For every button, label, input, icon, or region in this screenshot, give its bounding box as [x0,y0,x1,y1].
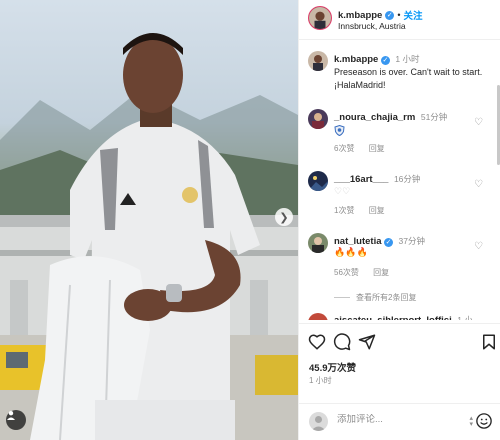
user-icon [7,411,15,420]
avatar-image [308,171,328,191]
comment-like-heart-icon[interactable]: ♡ [474,179,483,190]
heart-emoji-icon: ♡ [342,186,351,196]
comments-list[interactable]: k.mbappe ✓ 1 小时 Preseason is over. Can't… [299,41,500,320]
comment-meta: 6次赞 回复 [334,143,397,154]
comment-avatar[interactable] [308,109,328,129]
tagged-users-button[interactable] [6,410,26,430]
verified-badge-icon: ✓ [385,10,395,20]
verified-badge-icon: ✓ [384,238,394,247]
comment-emoji [334,124,345,138]
comment-item: ___16art___ 16分钟 ♡♡ 1次赞 回复 ♡ [299,171,495,221]
avatar-image [308,51,328,71]
comment-meta: 1次赞 回复 [334,205,397,216]
heart-emoji-icon: ♡ [334,186,343,196]
comment-like-count[interactable]: 6次赞 [334,144,354,153]
emoji-smiley-icon[interactable] [475,412,493,430]
avatar-image [308,109,328,129]
post-header: k.mbappe ✓ • 关注 Innsbruck, Austria [299,0,500,40]
comment-time: 51分钟 [420,112,448,122]
comment-header: _noura_chajia_rm 51分钟 [334,111,447,123]
post-timestamp[interactable]: 1 小时 [309,375,332,386]
avatar-image [309,7,331,29]
comment-bubble-icon[interactable] [333,333,351,351]
comment-emoji: 🔥🔥🔥 [334,247,368,258]
likes-count[interactable]: 45.9万次赞 [309,360,356,374]
comment-header: aiscateu_sihlerport_loffici 1 小 [334,314,473,320]
current-user-avatar [309,412,328,431]
comment-like-heart-icon[interactable]: ♡ [474,117,483,128]
shield-emoji-icon [334,124,345,137]
author-username[interactable]: k.mbappe [338,10,382,21]
caption-time: 1 小时 [395,54,420,64]
fire-emoji-icon: 🔥 [334,247,346,257]
comment-item: _noura_chajia_rm 51分钟 6次赞 回复 ♡ [299,109,495,159]
comment-time: 16分钟 [393,174,421,184]
instagram-post-view: ❯ k.mbappe ✓ • 关注 Innsbruck, Austria k.m… [0,0,500,440]
comment-avatar[interactable] [308,171,328,191]
post-actions: 45.9万次赞 1 小时 [299,323,500,403]
comment-meta: 56次赞 回复 [334,267,401,278]
post-photo [0,33,298,440]
input-resize-stepper[interactable]: ▴ ▾ [469,415,473,428]
comment-like-heart-icon[interactable]: ♡ [474,241,483,252]
comment-username[interactable]: aiscateu_sihlerport_loffici [334,315,452,320]
follow-button[interactable]: 关注 [404,8,423,22]
reply-button[interactable]: 回复 [373,268,389,277]
verified-badge-icon: ✓ [380,56,390,65]
share-paper-plane-icon[interactable] [358,333,376,351]
comment-username[interactable]: ___16art___ [334,174,388,185]
caption-avatar[interactable] [308,51,328,71]
post-image[interactable]: ❯ [0,0,298,440]
replies-divider [334,297,350,299]
fire-emoji-icon: 🔥 [345,247,357,257]
comment-time: 37分钟 [398,236,426,246]
like-heart-icon[interactable] [308,333,326,351]
comment-item: nat_lutetia ✓ 37分钟 🔥🔥🔥 56次赞 回复 ♡ [299,233,495,283]
caption-row: k.mbappe ✓ 1 小时 Preseason is over. Can't… [299,51,495,101]
fire-emoji-icon: 🔥 [356,247,368,257]
reply-button[interactable]: 回复 [369,206,385,215]
carousel-next-button[interactable]: ❯ [275,208,293,226]
default-user-icon [311,416,326,431]
comment-avatar[interactable] [308,313,328,320]
comment-emoji: ♡♡ [334,186,350,197]
comment-username[interactable]: nat_lutetia [334,236,382,247]
avatar-image [308,233,328,253]
comment-avatar[interactable] [308,233,328,253]
view-replies-button[interactable]: 查看所有2条回复 [334,292,416,303]
caption-username[interactable]: k.mbappe [334,54,378,65]
caption-header: k.mbappe ✓ 1 小时 [334,53,419,65]
comment-header: ___16art___ 16分钟 [334,173,420,185]
post-location[interactable]: Innsbruck, Austria [338,21,406,31]
comment-time: 1 小 [457,315,473,320]
caption-text: Preseason is over. Can't wait to start. … [334,67,483,90]
comment-like-count[interactable]: 1次赞 [334,206,354,215]
bookmark-icon[interactable] [480,333,498,351]
comment-item: aiscateu_sihlerport_loffici 1 小 [299,313,495,320]
comment-input[interactable] [337,414,457,425]
post-side-panel: k.mbappe ✓ • 关注 Innsbruck, Austria k.mba [298,0,500,440]
add-comment-bar: ▴▾ [299,403,500,440]
comment-header: nat_lutetia ✓ 37分钟 [334,235,425,247]
header-user-line: k.mbappe ✓ • 关注 [338,8,423,23]
comment-like-count[interactable]: 56次赞 [334,268,359,277]
separator-dot: • [397,10,401,20]
chevron-right-icon: ❯ [279,211,289,224]
reply-button[interactable]: 回复 [369,144,385,153]
view-replies-label: 查看所有2条回复 [356,293,417,302]
author-avatar[interactable] [308,6,332,30]
comment-username[interactable]: _noura_chajia_rm [334,112,415,123]
